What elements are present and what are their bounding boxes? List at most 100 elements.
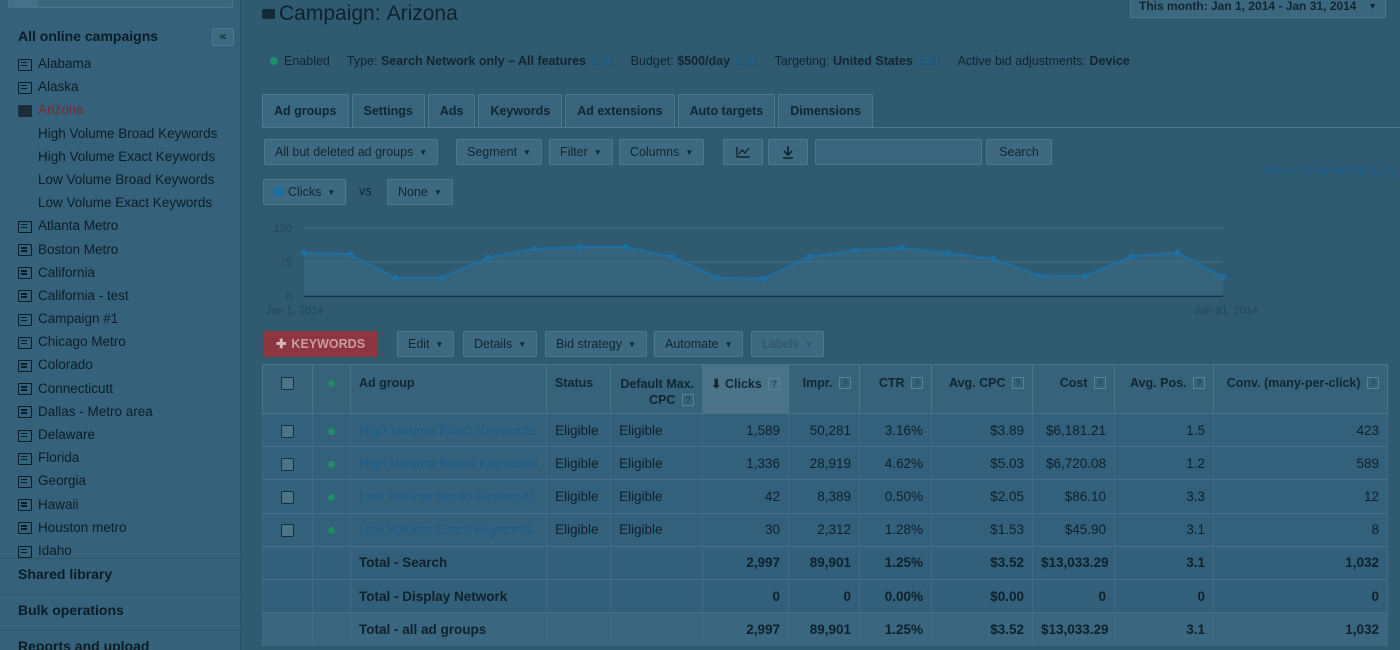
all-campaigns-heading[interactable]: All online campaigns	[18, 28, 158, 44]
tab-auto-targets[interactable]: Auto targets	[677, 94, 776, 127]
col-avg-pos[interactable]: Avg. Pos. ?	[1114, 364, 1214, 414]
sidebar-campaign-california[interactable]: California	[18, 261, 234, 284]
sidebar-campaign-hawaii[interactable]: Hawaii	[18, 493, 234, 516]
tab-ad-extensions[interactable]: Ad extensions	[565, 94, 675, 127]
date-range-selector[interactable]: This month: Jan 1, 2014 - Jan 31, 2014 ▼	[1130, 0, 1386, 18]
collapse-sidebar-button[interactable]: «	[212, 28, 234, 46]
help-icon[interactable]: ?	[1094, 377, 1106, 389]
shared-library-link[interactable]: Shared library	[0, 558, 241, 588]
col-ctr[interactable]: CTR ?	[859, 364, 932, 414]
col-conv[interactable]: Conv. (many-per-click) ?	[1213, 364, 1388, 414]
edit-type-link[interactable]: Edit	[592, 54, 614, 68]
row-checkbox[interactable]	[281, 490, 294, 504]
col-impr[interactable]: Impr. ?	[788, 364, 860, 414]
chevron-down-icon: ▼	[804, 340, 813, 349]
sidebar-campaign-alabama[interactable]: Alabama	[18, 52, 234, 75]
page-title-prefix: Campaign:	[279, 2, 381, 25]
details-dropdown[interactable]: Details ▼	[463, 331, 538, 357]
ad-groups-table: Ad group Status Default Max. CPC ? ⬇ Cli…	[262, 364, 1388, 646]
sidebar-adgroup-high-volume-exact-keywords[interactable]: High Volume Exact Keywords	[18, 145, 234, 168]
row-checkbox[interactable]	[281, 424, 294, 438]
sidebar-campaign-florida[interactable]: Florida	[18, 446, 234, 469]
col-status[interactable]: Status	[546, 364, 611, 414]
bid-strategy-dropdown[interactable]: Bid strategy ▼	[545, 331, 647, 357]
sidebar-search-box[interactable]	[8, 0, 233, 8]
reports-upload-link[interactable]: Reports and upload	[0, 630, 241, 650]
sidebar-adgroup-high-volume-broad-keywords[interactable]: High Volume Broad Keywords	[18, 122, 234, 145]
data-point	[852, 247, 859, 254]
help-icon[interactable]: ?	[839, 377, 851, 389]
campaign-folder-icon	[18, 475, 32, 488]
edit-dropdown[interactable]: Edit ▼	[397, 331, 455, 357]
row-checkbox[interactable]	[281, 457, 294, 471]
automate-dropdown[interactable]: Automate ▼	[654, 331, 744, 357]
adgroup-search-input[interactable]	[815, 139, 982, 165]
add-keywords-button[interactable]: ✚ KEYWORDS	[263, 331, 378, 357]
view-change-history-link[interactable]: View Change History	[1262, 163, 1397, 179]
segment-button[interactable]: Segment ▼	[456, 139, 542, 165]
cell-clicks: 30	[702, 512, 789, 547]
search-button[interactable]: Search	[986, 139, 1052, 165]
ad-group-link[interactable]: Low Volume Exact Keywords	[359, 522, 533, 537]
toggle-graph-button[interactable]	[723, 139, 763, 165]
sidebar-campaign-campaign-1[interactable]: Campaign #1	[18, 307, 234, 330]
sidebar-campaign-chicago-metro[interactable]: Chicago Metro	[18, 330, 234, 353]
sidebar-campaign-idaho[interactable]: Idaho	[18, 539, 234, 558]
help-icon[interactable]: ?	[768, 378, 781, 390]
help-icon[interactable]: ?	[1012, 377, 1024, 389]
tab-dimensions[interactable]: Dimensions	[778, 94, 874, 127]
filter-button[interactable]: Filter ▼	[549, 139, 613, 165]
edit-budget-link[interactable]: Edit	[736, 54, 758, 68]
sort-arrow-icon: ⬇	[711, 377, 722, 391]
total-clicks: 2,997	[702, 612, 789, 646]
sidebar-campaign-houston-metro[interactable]: Houston metro	[18, 516, 234, 539]
bulk-operations-link[interactable]: Bulk operations	[0, 594, 241, 624]
tab-ads[interactable]: Ads	[427, 94, 476, 127]
col-cost[interactable]: Cost ?	[1032, 364, 1115, 414]
metric1-dropdown[interactable]: Clicks ▼	[263, 179, 347, 205]
select-all-checkbox[interactable]	[281, 377, 294, 391]
tab-keywords[interactable]: Keywords	[478, 94, 563, 127]
plus-icon: ✚	[275, 337, 287, 351]
col-avg-cpc[interactable]: Avg. CPC ?	[931, 364, 1033, 414]
sidebar-item-label: Idaho	[38, 542, 72, 558]
help-icon[interactable]: ?	[911, 377, 923, 389]
tab-settings[interactable]: Settings	[351, 94, 425, 127]
row-checkbox[interactable]	[281, 524, 294, 538]
sidebar-campaign-atlanta-metro[interactable]: Atlanta Metro	[18, 214, 234, 237]
labels-dropdown[interactable]: Labels ▼	[751, 331, 824, 357]
total-empty-cell	[546, 545, 611, 580]
help-icon[interactable]: ?	[1193, 377, 1205, 389]
status-filter-dropdown[interactable]: All but deleted ad groups ▼	[264, 139, 439, 165]
edit-targeting-link[interactable]: Edit	[919, 54, 941, 68]
metric2-dropdown[interactable]: None ▼	[387, 179, 453, 205]
help-icon[interactable]: ?	[1367, 377, 1379, 389]
sidebar-campaign-colorado[interactable]: Colorado	[18, 353, 234, 376]
chevron-down-icon: ▼	[435, 340, 444, 349]
col-clicks[interactable]: ⬇ Clicks ?	[702, 364, 789, 414]
col-ad-group[interactable]: Ad group	[350, 364, 547, 414]
tab-ad-groups[interactable]: Ad groups	[262, 94, 349, 128]
ad-group-link[interactable]: High Volume Broad Keywords	[359, 456, 538, 471]
sidebar-campaign-georgia[interactable]: Georgia	[18, 469, 234, 492]
sidebar-campaign-dallas-metro-area[interactable]: Dallas - Metro area	[18, 400, 234, 423]
download-button[interactable]	[768, 139, 808, 165]
cell-status: Eligible	[546, 479, 611, 514]
columns-button[interactable]: Columns ▼	[619, 139, 705, 165]
sidebar-campaign-delaware[interactable]: Delaware	[18, 423, 234, 446]
ad-group-link[interactable]: High Volume Exact Keywords	[359, 423, 536, 438]
sidebar-search-segment[interactable]	[9, 0, 37, 7]
total-impr: 89,901	[788, 612, 860, 646]
help-icon[interactable]: ?	[682, 394, 694, 406]
sidebar-campaign-boston-metro[interactable]: Boston Metro	[18, 238, 234, 261]
sidebar-campaign-california-test[interactable]: California - test	[18, 284, 234, 307]
col-default-max-cpc[interactable]: Default Max. CPC ?	[610, 364, 703, 414]
ad-group-link[interactable]: Low Volume Broad Keywords	[359, 489, 535, 504]
sidebar-adgroup-low-volume-broad-keywords[interactable]: Low Volume Broad Keywords	[18, 168, 234, 191]
sidebar-adgroup-low-volume-exact-keywords[interactable]: Low Volume Exact Keywords	[18, 191, 234, 214]
data-point	[622, 244, 629, 251]
sidebar-campaign-connecticutt[interactable]: Connecticutt	[18, 377, 234, 400]
sidebar-campaign-alaska[interactable]: Alaska	[18, 75, 234, 98]
sidebar-campaign-arizona[interactable]: Arizona	[18, 98, 234, 121]
data-point	[576, 244, 583, 251]
